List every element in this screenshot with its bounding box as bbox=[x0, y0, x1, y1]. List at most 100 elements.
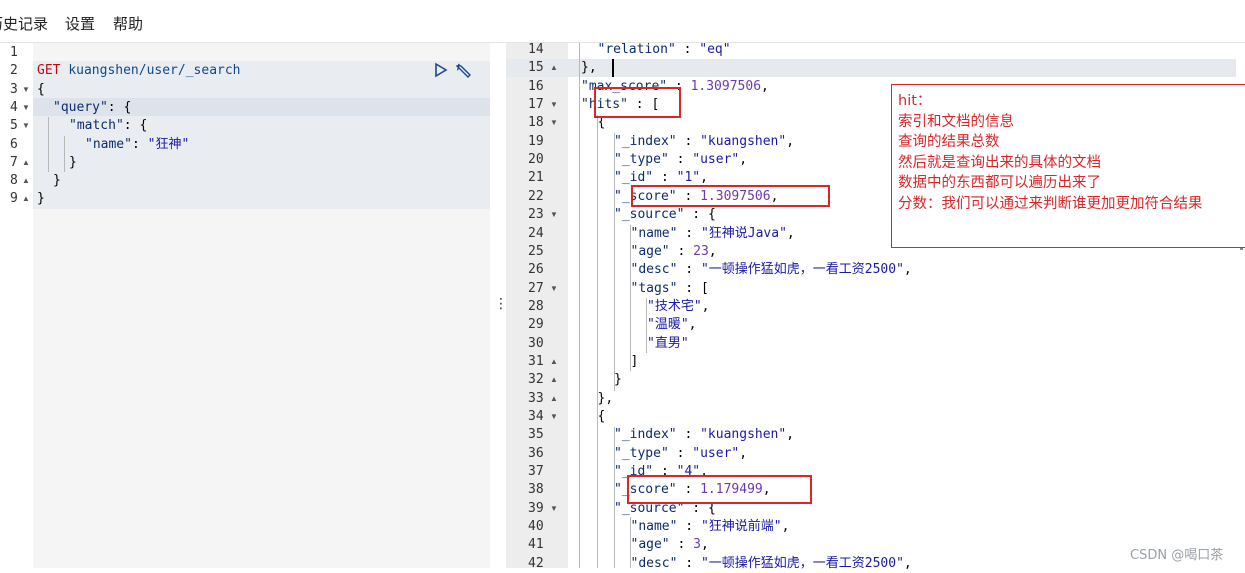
json-string: "狂神说Java" bbox=[700, 225, 787, 241]
json-key: "age" bbox=[630, 537, 670, 553]
line-number: 8 bbox=[10, 173, 18, 189]
json-punct: : bbox=[131, 136, 148, 152]
response-code-line: "tags" : [ bbox=[631, 280, 709, 298]
response-code-line: "_index" : "kuangshen", bbox=[614, 133, 794, 151]
json-punct: , bbox=[786, 427, 795, 443]
line-number: 27 bbox=[528, 280, 544, 296]
line-number: 18 bbox=[528, 115, 544, 131]
line-number: 17 bbox=[528, 97, 544, 113]
line-number: 1 bbox=[10, 45, 18, 60]
watermark: CSDN @喝口茶 bbox=[1130, 548, 1224, 563]
json-punct: : bbox=[669, 537, 694, 553]
fold-collapse-icon[interactable]: ▼ bbox=[550, 280, 558, 298]
fold-expand-icon[interactable]: ▲ bbox=[550, 371, 558, 389]
line-number: 30 bbox=[528, 335, 544, 351]
json-key: "_id" bbox=[614, 170, 654, 186]
json-punct: : bbox=[676, 133, 701, 149]
request-code-line[interactable]: { bbox=[37, 81, 45, 99]
fold-collapse-icon[interactable]: ▼ bbox=[550, 206, 558, 224]
json-punct: , bbox=[700, 537, 709, 553]
fold-collapse-icon[interactable]: ▼ bbox=[550, 408, 558, 426]
request-code-line[interactable]: "match": { bbox=[69, 117, 147, 135]
json-key: "name" bbox=[630, 225, 678, 241]
json-punct: , bbox=[786, 133, 795, 149]
json-string: "eq" bbox=[699, 42, 731, 57]
line-number: 14 bbox=[528, 42, 544, 57]
json-punct: }, bbox=[597, 390, 614, 406]
json-string: "狂神说前端" bbox=[700, 519, 782, 535]
request-code-line[interactable]: GET kuangshen/user/_search bbox=[37, 62, 241, 80]
json-punct: : bbox=[668, 152, 693, 168]
json-punct: : bbox=[669, 243, 694, 259]
request-editor[interactable]: 1 2 GET kuangshen/user/_search 3 ▼{4 ▼ "query"… bbox=[0, 43, 492, 568]
line-number: 29 bbox=[528, 317, 544, 333]
json-string: "狂神" bbox=[147, 136, 190, 152]
response-code-line: "_source" : { bbox=[614, 206, 716, 224]
menu-history[interactable]: 历史记录 bbox=[0, 13, 48, 34]
line-number: 31 bbox=[528, 353, 544, 369]
request-code-line[interactable]: "query": { bbox=[53, 99, 131, 117]
menu-settings[interactable]: 设置 bbox=[65, 13, 95, 34]
line-number: 25 bbox=[528, 243, 544, 259]
request-code-line[interactable]: } bbox=[37, 190, 45, 208]
line-number: 41 bbox=[528, 537, 544, 553]
fold-expand-icon[interactable]: ▲ bbox=[22, 154, 30, 172]
wrench-icon[interactable] bbox=[454, 61, 474, 81]
line-number: 5 bbox=[10, 118, 18, 134]
json-string: "温暖" bbox=[647, 317, 689, 333]
response-code-line: "age" : 3, bbox=[631, 536, 709, 554]
fold-expand-icon[interactable]: ▲ bbox=[550, 390, 558, 408]
json-punct: : bbox=[668, 445, 693, 461]
json-punct: : bbox=[676, 427, 701, 443]
note-line: 索引和文档的信息 bbox=[898, 113, 1014, 130]
request-code-line[interactable]: } bbox=[53, 172, 61, 190]
line-number: 20 bbox=[528, 152, 544, 168]
hits-highlight-box bbox=[594, 87, 681, 118]
fold-collapse-icon[interactable]: ▼ bbox=[550, 96, 558, 114]
menu-help[interactable]: 帮助 bbox=[113, 13, 143, 34]
json-punct: : bbox=[677, 555, 701, 571]
score-highlight-box-2 bbox=[627, 475, 812, 504]
json-key: "query" bbox=[53, 99, 108, 115]
fold-expand-icon[interactable]: ▲ bbox=[22, 190, 30, 208]
line-number: 3 bbox=[10, 81, 18, 97]
response-code-line: }, bbox=[598, 390, 614, 408]
fold-collapse-icon[interactable]: ▼ bbox=[22, 99, 30, 117]
note-line: 数据中的东西都可以遍历出来了 bbox=[898, 175, 1101, 191]
line-number: 16 bbox=[528, 78, 544, 94]
fold-collapse-icon[interactable]: ▼ bbox=[550, 500, 558, 518]
indent-guide bbox=[597, 115, 598, 568]
json-key: "name" bbox=[85, 136, 132, 152]
json-number: 3 bbox=[693, 537, 701, 553]
json-key: "relation" bbox=[597, 42, 676, 57]
fold-expand-icon[interactable]: ▲ bbox=[550, 59, 558, 77]
response-code-line: "name" : "狂神说前端", bbox=[631, 518, 790, 536]
note-line: hit： bbox=[898, 93, 932, 109]
json-punct: , bbox=[903, 555, 912, 571]
fold-expand-icon[interactable]: ▲ bbox=[550, 353, 558, 371]
response-code-line: "_index" : "kuangshen", bbox=[614, 426, 794, 444]
json-string: "user" bbox=[692, 445, 740, 461]
json-number: 1.3097506 bbox=[690, 78, 762, 94]
line-number: 28 bbox=[528, 298, 544, 314]
play-icon[interactable] bbox=[434, 62, 448, 78]
json-punct: : bbox=[675, 42, 700, 57]
line-number: 33 bbox=[528, 390, 544, 406]
fold-collapse-icon[interactable]: ▼ bbox=[22, 81, 30, 99]
fold-expand-icon[interactable]: ▲ bbox=[22, 172, 30, 190]
response-code-line: "_type" : "user", bbox=[614, 151, 747, 169]
response-code-line: } bbox=[614, 371, 622, 389]
json-string: "直男" bbox=[647, 335, 689, 351]
line-number: 22 bbox=[528, 188, 544, 204]
json-punct: : bbox=[653, 170, 677, 186]
fold-collapse-icon[interactable]: ▼ bbox=[22, 117, 30, 135]
annotation-note: hit： 索引和文档的信息 查询的结果总数 然后就是查询出来的具体的文档 数据中… bbox=[891, 84, 1245, 248]
request-code-line[interactable]: "name": "狂神" bbox=[85, 136, 189, 154]
indent-guide bbox=[64, 135, 65, 173]
line-number: 15 bbox=[528, 60, 544, 76]
json-key: "_index" bbox=[614, 133, 677, 149]
response-code-line: ] bbox=[631, 353, 639, 371]
request-code-line[interactable]: } bbox=[69, 154, 77, 172]
fold-collapse-icon[interactable]: ▼ bbox=[550, 114, 558, 132]
json-punct: { bbox=[597, 409, 606, 424]
